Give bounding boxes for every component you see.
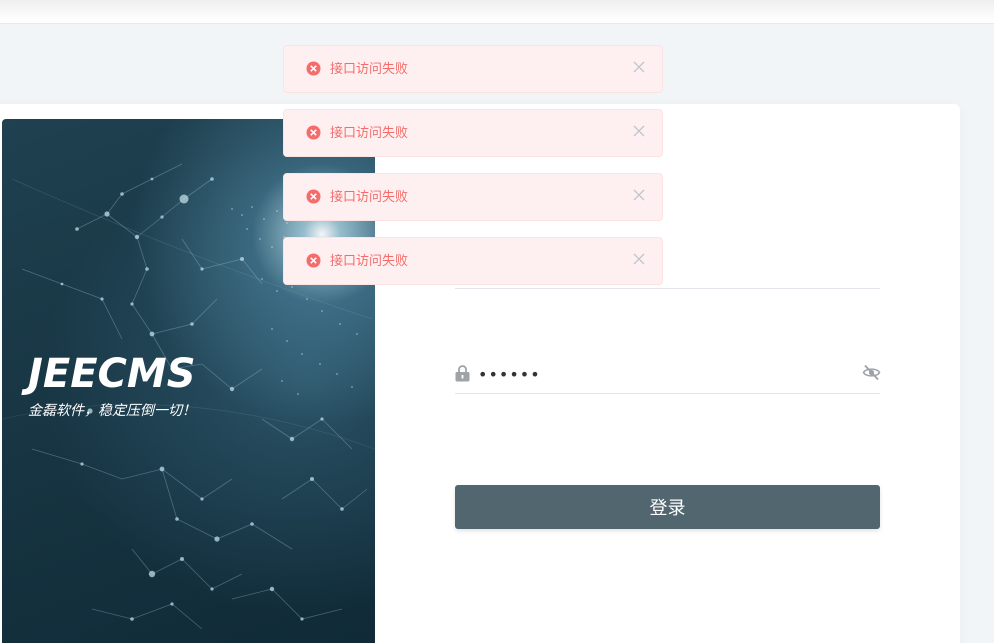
username-underline — [455, 288, 880, 289]
lock-icon — [455, 365, 470, 382]
error-circle-icon — [306, 125, 321, 140]
error-circle-icon — [306, 189, 321, 204]
password-underline — [455, 393, 880, 394]
error-toast: 接口访问失败 — [283, 109, 663, 157]
brand-slogan: 金磊软件，稳定压倒一切！ — [28, 403, 196, 419]
close-icon[interactable] — [632, 124, 646, 138]
toast-message: 接口访问失败 — [330, 62, 409, 77]
toast-message: 接口访问失败 — [330, 254, 409, 269]
error-circle-icon — [306, 61, 321, 76]
login-button[interactable]: 登录 — [455, 485, 880, 529]
password-input[interactable] — [478, 362, 848, 386]
error-circle-icon — [306, 253, 321, 268]
close-icon[interactable] — [632, 188, 646, 202]
close-icon[interactable] — [632, 60, 646, 74]
error-toast: 接口访问失败 — [283, 45, 663, 93]
error-toast: 接口访问失败 — [283, 173, 663, 221]
error-toast: 接口访问失败 — [283, 237, 663, 285]
toast-message: 接口访问失败 — [330, 190, 409, 205]
eye-off-icon[interactable] — [862, 364, 881, 381]
toast-message: 接口访问失败 — [330, 126, 409, 141]
top-bar — [0, 0, 994, 24]
close-icon[interactable] — [632, 252, 646, 266]
brand-logo: JEECMS — [28, 351, 196, 397]
